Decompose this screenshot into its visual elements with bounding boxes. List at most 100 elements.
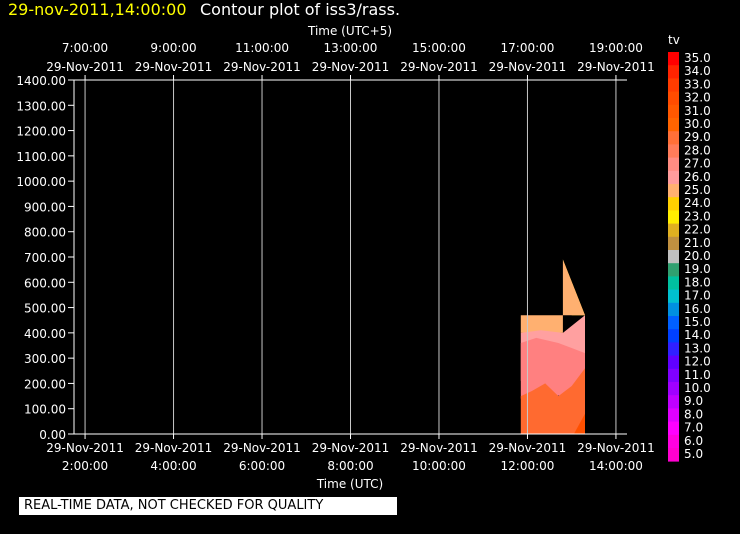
- x-top-tick-date: 29-Nov-2011: [223, 60, 301, 74]
- colorbar-swatch-30: [668, 448, 679, 462]
- y-tick-label: 300.00: [24, 352, 66, 366]
- x-bottom-tick-date: 29-Nov-2011: [46, 441, 124, 455]
- x-bottom-tick-time: 8:00:00: [327, 459, 373, 473]
- x-top-tick-date: 29-Nov-2011: [312, 60, 390, 74]
- colorbar-swatch-20: [668, 316, 679, 330]
- colorbar-swatch-2: [668, 78, 679, 92]
- y-tick-label: 100.00: [24, 403, 66, 417]
- colorbar-level-label: 11.0: [684, 368, 711, 382]
- x-bottom-tick-date: 29-Nov-2011: [577, 441, 655, 455]
- colorbar-swatch-29: [668, 434, 679, 449]
- colorbar-level-label: 31.0: [684, 104, 711, 118]
- colorbar-level-label: 26.0: [684, 170, 711, 184]
- colorbar-swatch-23: [668, 355, 679, 370]
- x-top-tick-time: 19:00:00: [589, 41, 643, 55]
- colorbar-swatch-21: [668, 329, 679, 343]
- colorbar-level-label: 6.0: [684, 434, 703, 448]
- colorbar-swatch-11: [668, 197, 679, 211]
- colorbar-swatch-10: [668, 184, 679, 198]
- colorbar-level-label: 14.0: [684, 328, 711, 342]
- x-bottom-tick-time: 10:00:00: [412, 459, 466, 473]
- x-bottom-tick-date: 29-Nov-2011: [489, 441, 567, 455]
- colorbar-level-label: 22.0: [684, 223, 711, 237]
- x-bottom-tick-time: 2:00:00: [62, 459, 108, 473]
- y-tick-label: 900.00: [24, 200, 66, 214]
- quality-notice: REAL-TIME DATA, NOT CHECKED FOR QUALITY: [19, 497, 397, 515]
- colorbar-swatch-12: [668, 210, 679, 224]
- colorbar-swatch-22: [668, 342, 679, 356]
- x-top-tick-time: 11:00:00: [235, 41, 289, 55]
- colorbar-level-label: 13.0: [684, 341, 711, 355]
- x-top-tick-time: 9:00:00: [150, 41, 196, 55]
- y-tick-label: 700.00: [24, 251, 66, 265]
- x-top-tick-date: 29-Nov-2011: [400, 60, 478, 74]
- x-top-tick-time: 17:00:00: [501, 41, 555, 55]
- colorbar-level-label: 27.0: [684, 157, 711, 171]
- y-tick-label: 0.00: [39, 428, 66, 442]
- y-tick-label: 600.00: [24, 276, 66, 290]
- x-top-tick-date: 29-Nov-2011: [489, 60, 567, 74]
- colorbar-swatch-16: [668, 263, 679, 277]
- colorbar-level-label: 29.0: [684, 130, 711, 144]
- x-bottom-tick-time: 6:00:00: [239, 459, 285, 473]
- x-bottom-tick-time: 14:00:00: [589, 459, 643, 473]
- y-tick-label: 1300.00: [16, 99, 66, 113]
- colorbar-level-label: 15.0: [684, 315, 711, 329]
- colorbar-swatch-8: [668, 157, 679, 172]
- colorbar-level-label: 19.0: [684, 262, 711, 276]
- x-bottom-tick-date: 29-Nov-2011: [400, 441, 478, 455]
- colorbar-level-label: 24.0: [684, 196, 711, 210]
- colorbar-level-label: 5.0: [684, 447, 703, 461]
- contour-chart: 0.00 100.00 200.00 300.00 400.00 500.00 600.00…: [16, 24, 711, 491]
- colorbar-swatch-24: [668, 368, 679, 383]
- colorbar-swatch-5: [668, 118, 679, 132]
- x-top-tick-date: 29-Nov-2011: [577, 60, 655, 74]
- contour-layer: [520, 259, 585, 434]
- colorbar-swatch-3: [668, 91, 679, 106]
- colorbar-swatch-7: [668, 144, 679, 158]
- colorbar-swatch-18: [668, 289, 679, 304]
- colorbar-swatch-15: [668, 250, 679, 264]
- colorbar-level-label: 7.0: [684, 421, 703, 435]
- colorbar-swatch-26: [668, 395, 679, 409]
- colorbar: tv 35.034.033.032.031.030.029.028.027.026…: [668, 33, 711, 462]
- colorbar-label: tv: [668, 33, 680, 47]
- y-tick-label: 1400.00: [16, 74, 66, 88]
- y-tick-label: 200.00: [24, 377, 66, 391]
- colorbar-level-label: 28.0: [684, 143, 711, 157]
- y-tick-label: 500.00: [24, 302, 66, 316]
- colorbar-level-label: 17.0: [684, 289, 711, 303]
- colorbar-level-label: 35.0: [684, 51, 711, 65]
- y-tick-label: 400.00: [24, 327, 66, 341]
- x-top-tick-date: 29-Nov-2011: [46, 60, 124, 74]
- x-top-tick-date: 29-Nov-2011: [135, 60, 213, 74]
- colorbar-level-label: 30.0: [684, 117, 711, 131]
- x-bottom-tick-date: 29-Nov-2011: [312, 441, 390, 455]
- colorbar-swatch-27: [668, 408, 679, 422]
- x-axis-title-top: Time (UTC+5): [307, 24, 392, 38]
- colorbar-swatch-13: [668, 223, 679, 238]
- colorbar-level-label: 18.0: [684, 275, 711, 289]
- colorbar-swatch-6: [668, 131, 679, 145]
- colorbar-swatch-1: [668, 65, 679, 79]
- y-tick-label: 1200.00: [16, 125, 66, 139]
- colorbar-level-label: 25.0: [684, 183, 711, 197]
- colorbar-level-label: 33.0: [684, 77, 711, 91]
- x-bottom-tick-date: 29-Nov-2011: [223, 441, 301, 455]
- colorbar-swatch-0: [668, 52, 679, 66]
- colorbar-swatch-19: [668, 302, 679, 317]
- colorbar-swatch-14: [668, 236, 679, 251]
- colorbar-level-label: 23.0: [684, 209, 711, 223]
- colorbar-level-label: 20.0: [684, 249, 711, 263]
- x-bottom-tick-time: 12:00:00: [501, 459, 555, 473]
- colorbar-level-label: 9.0: [684, 394, 703, 408]
- y-tick-label: 1100.00: [16, 150, 66, 164]
- x-top-tick-time: 13:00:00: [324, 41, 378, 55]
- x-top-tick-time: 7:00:00: [62, 41, 108, 55]
- x-axis-title-bottom: Time (UTC): [316, 477, 383, 491]
- y-tick-label: 1000.00: [16, 175, 66, 189]
- x-top-tick-time: 15:00:00: [412, 41, 466, 55]
- colorbar-level-label: 8.0: [684, 407, 703, 421]
- colorbar-swatch-4: [668, 104, 679, 119]
- colorbar-level-label: 32.0: [684, 91, 711, 105]
